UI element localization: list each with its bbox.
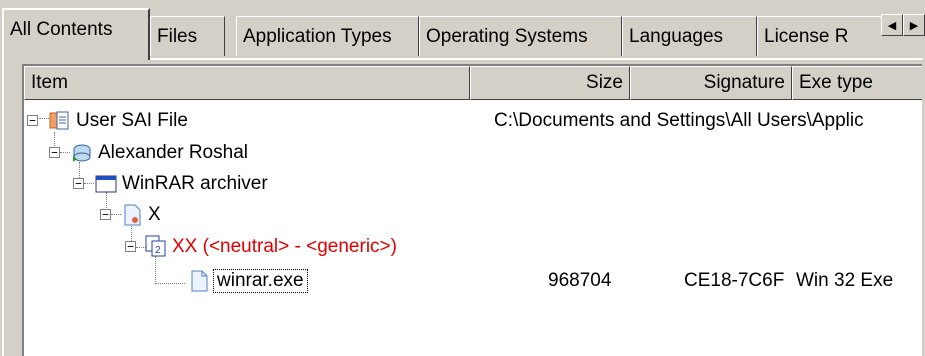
tree-row-user-sai-file[interactable]: − User SAI File C:\Documents and Setting… [24, 106, 922, 136]
column-header-exe-type[interactable]: Exe type [792, 66, 922, 100]
collapse-toggle[interactable]: − [73, 178, 84, 189]
tab-operating-systems[interactable]: Operating Systems [419, 16, 622, 56]
vendor-icon [73, 144, 91, 162]
arrow-left-icon: ◀ [887, 19, 897, 32]
file-signature: CE18-7C6F [684, 270, 785, 291]
list-header: Item Size Signature Exe type [24, 66, 922, 100]
collapse-toggle[interactable]: − [125, 241, 136, 252]
document-icon [191, 270, 208, 292]
column-label: Signature [703, 72, 785, 93]
tab-scroll-left-button[interactable]: ◀ [881, 14, 903, 36]
tab-label: Application Types [243, 25, 392, 47]
tab-strip: All Contents Files Application Types Ope… [0, 0, 925, 60]
version-file-icon [124, 204, 141, 226]
tree-item-label: WinRAR archiver [122, 173, 268, 194]
tab-label: Languages [629, 25, 724, 47]
tree-row-version[interactable]: − X [24, 200, 922, 230]
svg-text:2: 2 [155, 245, 161, 256]
tree-item-label: User SAI File [76, 110, 188, 131]
tab-all-contents[interactable]: All Contents [2, 8, 150, 60]
tab-application-types[interactable]: Application Types [236, 16, 419, 56]
language-file-icon: 2 [145, 235, 166, 257]
tree-row-file[interactable]: winrar.exe 968704 CE18-7C6F Win 32 Exe [24, 266, 922, 296]
tab-files[interactable]: Files [150, 16, 225, 56]
tab-label: Files [157, 25, 198, 47]
tab-license[interactable]: License R [757, 16, 887, 56]
tree-item-label: X [148, 204, 161, 225]
column-label: Exe type [799, 72, 873, 93]
item-path: C:\Documents and Settings\All Users\Appl… [494, 110, 864, 131]
file-size: 968704 [548, 270, 612, 291]
column-label: Size [586, 72, 623, 93]
tab-languages[interactable]: Languages [622, 16, 757, 56]
sai-file-icon [49, 111, 69, 130]
application-window-icon [95, 175, 117, 193]
column-header-size[interactable]: Size [470, 66, 630, 100]
file-exe-type: Win 32 Exe [796, 270, 894, 291]
tree-item-label: Alexander Roshal [98, 142, 248, 163]
tree-row-product[interactable]: − WinRAR archiver [24, 169, 922, 199]
tab-scroll-right-button[interactable]: ▶ [903, 14, 925, 36]
tab-scroll-buttons: ◀ ▶ [881, 14, 925, 36]
tree-row-vendor[interactable]: − Alexander Roshal [24, 138, 922, 168]
collapse-toggle[interactable]: − [49, 147, 60, 158]
column-header-signature[interactable]: Signature [630, 66, 792, 100]
tree-item-label: winrar.exe [213, 269, 308, 293]
column-label: Item [31, 72, 68, 93]
collapse-toggle[interactable]: − [100, 209, 111, 220]
tab-label: Operating Systems [426, 25, 588, 47]
column-header-item[interactable]: Item [24, 66, 470, 100]
contents-tree-list[interactable]: Item Size Signature Exe type − User SAI … [22, 64, 922, 356]
tab-label: License R [764, 25, 849, 47]
tree-item-label: XX (<neutral> - <generic>) [172, 236, 397, 257]
tab-label: All Contents [10, 19, 113, 40]
arrow-right-icon: ▶ [909, 19, 919, 32]
collapse-toggle[interactable]: − [27, 115, 38, 126]
tree-row-subversion[interactable]: − 2 XX (<neutral> - <generic>) [24, 232, 922, 262]
